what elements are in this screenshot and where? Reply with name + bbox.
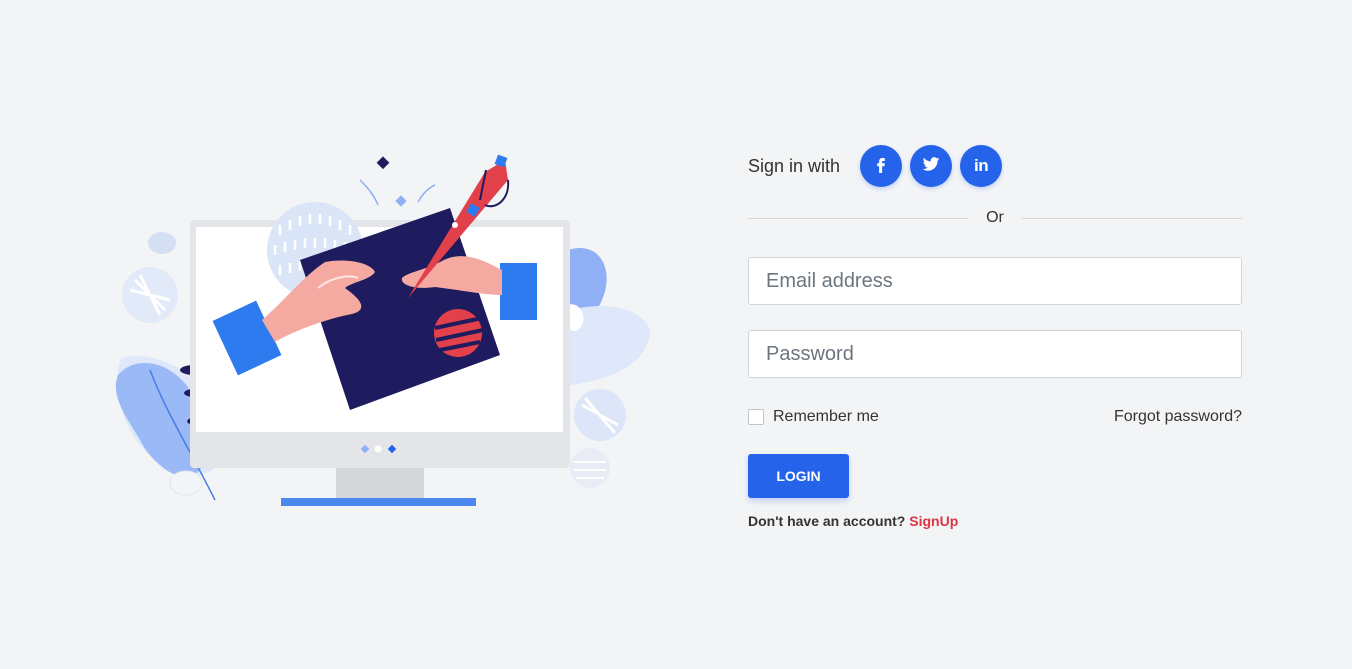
facebook-button[interactable] [860,145,903,187]
remember-me-checkbox[interactable] [748,409,764,425]
linkedin-icon: in [974,156,989,175]
signup-prompt: Don't have an account? SignUp [748,513,1242,529]
email-field[interactable] [748,257,1242,305]
facebook-icon [872,155,890,178]
linkedin-button[interactable]: in [960,145,1003,187]
divider-line-right [1021,217,1242,219]
form-options-row: Remember me Forgot password? [748,407,1242,427]
or-divider: Or [748,207,1242,229]
login-button[interactable]: LOGIN [748,454,849,498]
or-label: Or [986,209,1004,226]
twitter-button[interactable] [910,145,953,187]
sign-in-with-label: Sign in with [748,155,841,176]
login-form: Sign in with in Or Email address Remembe… [748,145,1242,529]
social-signin-row: Sign in with in [748,145,1242,187]
twitter-icon [922,155,940,178]
drawing-hands-monitor-illustration [115,154,650,506]
remember-me-toggle[interactable]: Remember me [748,408,879,426]
divider-line-left [748,217,969,219]
computer-illustration [90,150,660,515]
password-field[interactable] [748,330,1242,378]
signup-link[interactable]: SignUp [909,513,958,529]
signup-prompt-text: Don't have an account? [748,513,910,529]
login-page: Sign in with in Or Email address Remembe… [0,0,1352,669]
forgot-password-link[interactable]: Forgot password? [1114,408,1242,426]
remember-me-label: Remember me [773,408,879,425]
